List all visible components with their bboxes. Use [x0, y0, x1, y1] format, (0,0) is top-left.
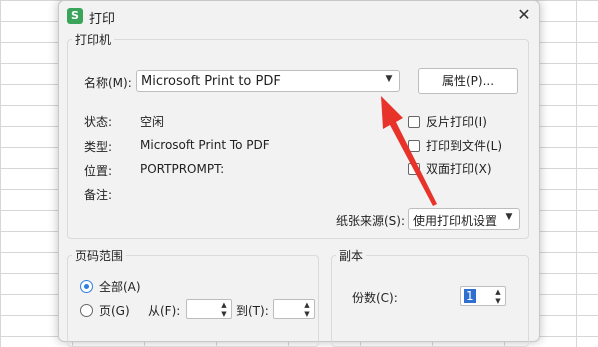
page-range-legend: 页码范围 [72, 247, 127, 264]
chevron-down-icon: ▼ [385, 74, 393, 84]
page-range-group: 页码范围 全部(A) 页(G) 从(F): ▲ ▼ 到(T): ▲ ▼ [67, 247, 319, 347]
wps-app-icon: S [67, 8, 83, 24]
printer-group: 打印机 名称(M): Microsoft Print to PDF ▼ 属性(P… [67, 31, 529, 239]
spin-down-icon[interactable]: ▼ [219, 310, 229, 318]
all-pages-label: 全部(A) [99, 280, 141, 294]
copies-legend: 副本 [336, 247, 367, 264]
paper-source-label: 纸张来源(S): [336, 214, 406, 228]
printer-name-select[interactable]: Microsoft Print to PDF ▼ [136, 70, 400, 92]
printer-group-legend: 打印机 [72, 31, 115, 48]
close-icon[interactable]: ✕ [514, 5, 534, 25]
printer-name-label: 名称(M): [84, 76, 132, 90]
title-bar: S 打印 ✕ [59, 1, 539, 31]
spin-down-icon[interactable]: ▼ [493, 297, 503, 305]
copies-spinner[interactable]: 1 ▲ ▼ [460, 286, 506, 306]
paper-source-value: 使用打印机设置 [413, 214, 498, 228]
dialog-title: 打印 [89, 12, 116, 27]
pages-label: 页(G) [99, 304, 130, 318]
red-arrow-annotation-icon [381, 96, 437, 206]
comment-label: 备注: [84, 188, 113, 202]
location-value: PORTPROMPT: [140, 162, 225, 176]
all-pages-radio[interactable]: 全部(A) [80, 278, 141, 295]
properties-button[interactable]: 属性(P)... [418, 68, 518, 94]
printer-name-value: Microsoft Print to PDF [141, 74, 281, 89]
chevron-down-icon: ▼ [505, 212, 513, 222]
to-label: 到(T): [236, 304, 269, 318]
copies-count-value[interactable]: 1 [464, 289, 476, 303]
to-page-spinner[interactable]: ▲ ▼ [273, 299, 315, 319]
radio-dot[interactable] [80, 304, 93, 317]
spin-up-icon[interactable]: ▲ [493, 288, 503, 296]
location-label: 位置: [84, 164, 113, 178]
paper-source-select[interactable]: 使用打印机设置 ▼ [408, 208, 520, 230]
status-value: 空闲 [140, 115, 165, 129]
copies-count-label: 份数(C): [352, 291, 398, 305]
spin-up-icon[interactable]: ▲ [302, 301, 312, 309]
copies-group: 副本 份数(C): 1 ▲ ▼ [331, 247, 529, 347]
from-label: 从(F): [148, 304, 181, 318]
radio-dot-selected[interactable] [80, 280, 93, 293]
spin-up-icon[interactable]: ▲ [219, 301, 229, 309]
print-dialog: S 打印 ✕ 打印机 名称(M): Microsoft Print to PDF… [58, 0, 540, 347]
spin-down-icon[interactable]: ▼ [302, 310, 312, 318]
pages-radio[interactable]: 页(G) [80, 302, 130, 319]
from-page-spinner[interactable]: ▲ ▼ [186, 299, 232, 319]
type-label: 类型: [84, 140, 113, 154]
status-label: 状态: [84, 115, 113, 129]
type-value: Microsoft Print To PDF [140, 138, 270, 152]
